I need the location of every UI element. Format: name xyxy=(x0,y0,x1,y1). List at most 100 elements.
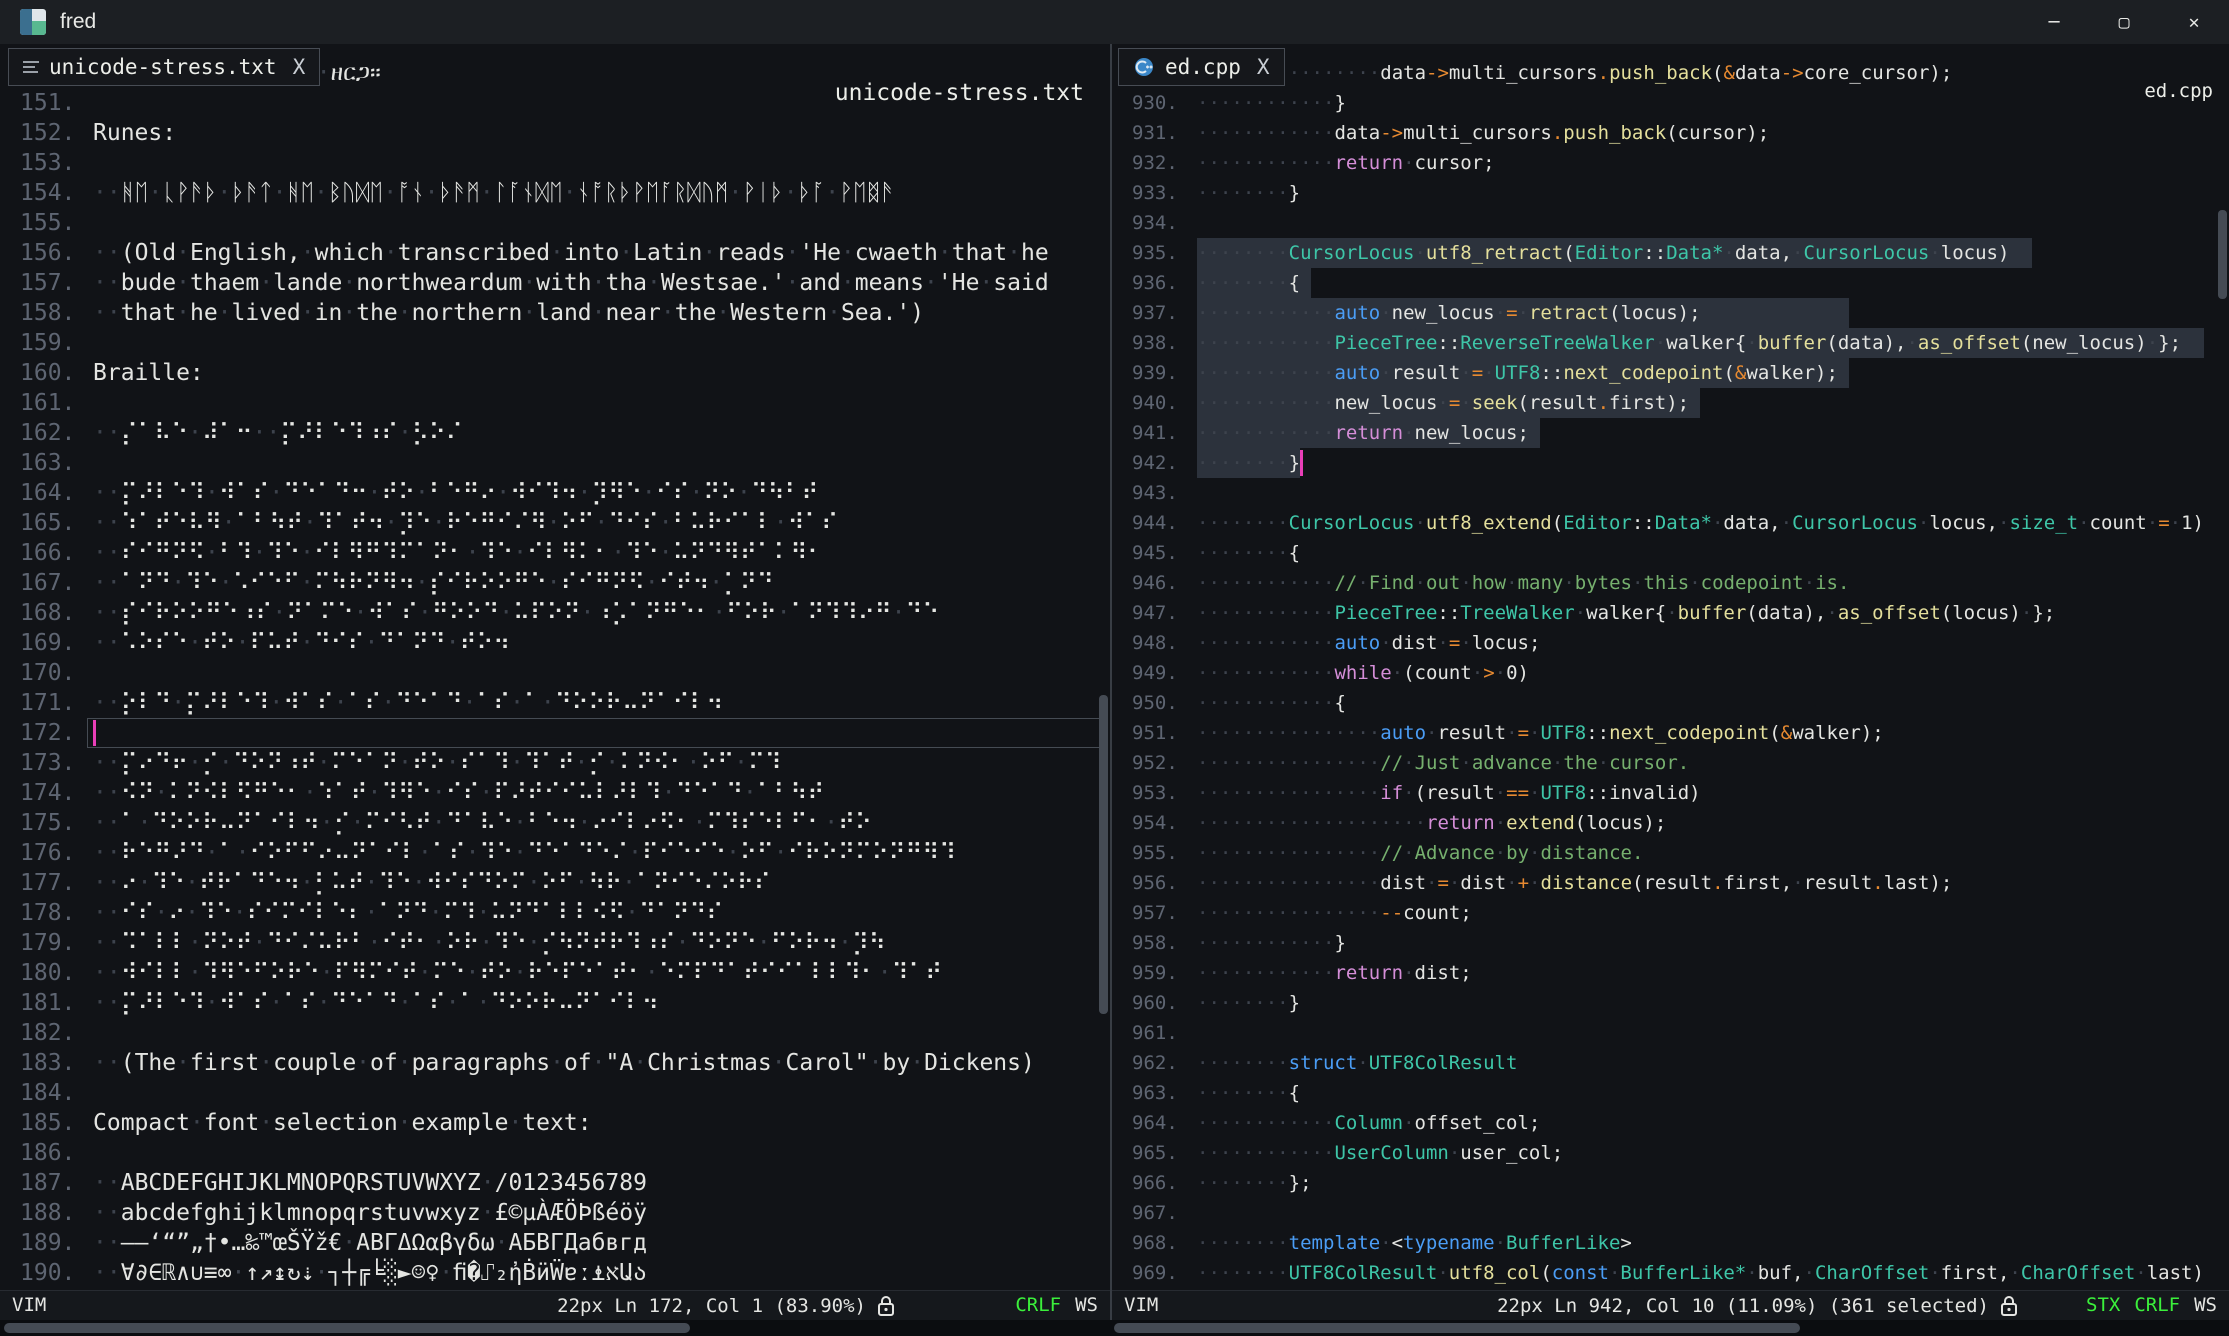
code-line[interactable]: 932.············return·cursor; xyxy=(1112,148,2229,178)
code-line[interactable]: 969.········UTF8ColResult·utf8_col(const… xyxy=(1112,1258,2229,1288)
code-line[interactable]: 953.················if·(result·==·UTF8::… xyxy=(1112,778,2229,808)
code-line[interactable]: 933.········} xyxy=(1112,178,2229,208)
tab-unicode-stress[interactable]: unicode-stress.txt X xyxy=(8,48,320,86)
code-line[interactable]: 174.··⠪⠝·⠅⠝⠪⠇⠫⠛⠑⠂·⠱⠁⠞·⠹⠻⠑·⠊⠎·⠏⠜⠞⠊⠊⠥⠇⠜⠇⠹·… xyxy=(0,778,1110,808)
code-line[interactable]: 962.········struct·UTF8ColResult xyxy=(1112,1048,2229,1078)
code-line[interactable]: 957.················--count; xyxy=(1112,898,2229,928)
code-line[interactable]: 157.··bude·thaem·lande·northweardum·with… xyxy=(0,268,1110,298)
code-line[interactable]: 188.··abcdefghijklmnopqrstuvwxyz·£©µÀÆÖÞ… xyxy=(0,1198,1110,1228)
left-horizontal-scrollbar[interactable] xyxy=(4,1323,690,1333)
code-line[interactable]: 166.··⠎⠊⠛⠝⠫·⠃⠹·⠹⠑·⠊⠇⠻⠛⠹⠍⠁⠝⠂·⠹⠑·⠊⠇⠻⠅⠂·⠹⠑·… xyxy=(0,538,1110,568)
code-line[interactable]: 167.··⠁⠝⠙·⠹⠑·⠡⠊⠑⠋·⠍⠳⠗⠝⠻⠲·⡎⠊⠗⠕⠕⠛⠑·⠎⠊⠛⠝⠫·⠊… xyxy=(0,568,1110,598)
code-line[interactable]: 934. xyxy=(1112,208,2229,238)
code-line[interactable]: 956.················dist·=·dist·+·distan… xyxy=(1112,868,2229,898)
tab-ed-cpp[interactable]: ed.cpp X xyxy=(1118,48,1285,86)
code-line[interactable]: 943. xyxy=(1112,478,2229,508)
code-line[interactable]: 949.············while·(count·>·0) xyxy=(1112,658,2229,688)
code-line[interactable]: 944.········CursorLocus·utf8_extend(Edit… xyxy=(1112,508,2229,538)
lock-icon[interactable] xyxy=(876,1294,896,1318)
status-indicator-crlf[interactable]: CRLF xyxy=(2134,1291,2180,1320)
left-vertical-scrollbar[interactable] xyxy=(1099,695,1108,1014)
code-line[interactable]: 169.··⠡⠕⠎⠑·⠞⠕·⠏⠥⠞·⠙⠊⠎·⠙⠁⠝⠙·⠞⠕⠲ xyxy=(0,628,1110,658)
maximize-button[interactable]: ▢ xyxy=(2089,0,2159,44)
code-line[interactable]: 168.··⡎⠊⠗⠕⠕⠛⠑⠰⠎·⠝⠁⠍⠑·⠺⠁⠎·⠛⠕⠕⠙·⠥⠏⠕⠝·⠰⡡⠁⠝⠛… xyxy=(0,598,1110,628)
code-line[interactable]: 173.··⡍⠔⠙⠖·⡊·⠙⠕⠝⠰⠞·⠍⠑⠁⠝·⠞⠕·⠎⠁⠹·⠹⠁⠞·⡊·⠅⠝⠪… xyxy=(0,748,1110,778)
code-line[interactable]: 178.··⠊⠎·⠔·⠹⠑·⠎⠊⠍⠊⠇⠑⠆·⠁⠝⠙·⠍⠹·⠥⠝⠙⠁⠇⠇⠪⠫·⠙⠁… xyxy=(0,898,1110,928)
status-indicator-ws[interactable]: WS xyxy=(1075,1291,1098,1320)
code-line[interactable]: 152.Runes: xyxy=(0,118,1110,148)
code-line[interactable]: 190.··∀∂∈ℝ∧∪≡∞·↑↗↨↻⇣·┐┼╔╘░►☺♀·ﬁ�⑀₂ἠḂӥẄɐː… xyxy=(0,1258,1110,1288)
status-indicator-stx[interactable]: STX xyxy=(2086,1291,2120,1320)
line-number: 156. xyxy=(20,238,75,268)
code-line[interactable]: 160.Braille: xyxy=(0,358,1110,388)
code-line[interactable]: 154.··ᚻᛖ·ᚳᚹᚫᚦ·ᚦᚫᛏ·ᚻᛖ·ᛒᚢᛞᛖ·ᚩᚾ·ᚦᚫᛗ·ᛚᚪᚾᛞᛖ·ᚾ… xyxy=(0,178,1110,208)
code-line[interactable]: 947.············PieceTree::TreeWalker·wa… xyxy=(1112,598,2229,628)
code-line[interactable]: 936.········{ xyxy=(1112,268,2229,298)
code-line[interactable]: 153. xyxy=(0,148,1110,178)
code-line[interactable]: 172. xyxy=(0,718,1110,748)
code-line[interactable]: 187.··ABCDEFGHIJKLMNOPQRSTUVWXYZ·/012345… xyxy=(0,1168,1110,1198)
code-line[interactable]: 175.··⠁·⠙⠕⠕⠗⠤⠝⠁⠊⠇⠲·⡊·⠍⠊⠣⠞·⠙⠁⠧⠑·⠃⠑⠲·⠔⠊⠇⠔⠫… xyxy=(0,808,1110,838)
right-vertical-scrollbar[interactable] xyxy=(2218,210,2227,299)
code-line[interactable]: 162.··⡌⠁⠧⠑·⠼⠁⠒··⡍⠜⠇⠑⠹⠰⠎·⡣⠕⠌ xyxy=(0,418,1110,448)
minimize-button[interactable]: ─ xyxy=(2019,0,2089,44)
tab-close-icon[interactable]: X xyxy=(293,55,306,79)
code-line[interactable]: 186. xyxy=(0,1138,1110,1168)
tab-close-icon[interactable]: X xyxy=(1257,55,1270,79)
code-line[interactable]: 950.············{ xyxy=(1112,688,2229,718)
code-line[interactable]: 935.········CursorLocus·utf8_retract(Edi… xyxy=(1112,238,2229,268)
code-line[interactable]: 959.············return·dist; xyxy=(1112,958,2229,988)
code-line[interactable]: 951.················auto·result·=·UTF8::… xyxy=(1112,718,2229,748)
code-line[interactable]: 942.········} xyxy=(1112,448,2229,478)
code-line[interactable]: 966.········}; xyxy=(1112,1168,2229,1198)
code-line[interactable]: 960.········} xyxy=(1112,988,2229,1018)
code-line[interactable]: 945.········{ xyxy=(1112,538,2229,568)
code-line[interactable]: 176.··⠗⠑⠛⠜⠙·⠁·⠊⠕⠋⠋⠔⠤⠝⠁⠊⠇·⠁⠎·⠹⠑·⠙⠑⠁⠙⠑⠌·⠏⠊… xyxy=(0,838,1110,868)
code-line[interactable]: 163. xyxy=(0,448,1110,478)
right-editor[interactable]: 929.················data->multi_cursors.… xyxy=(1112,44,2229,1290)
code-line[interactable]: 965.············UserColumn·user_col; xyxy=(1112,1138,2229,1168)
left-editor[interactable]: 150.··እግርህን·በፍራሽህ·ልክ·ዘርጋ።151.152.Runes:1… xyxy=(0,44,1110,1290)
code-line[interactable]: 939.············auto·result·=·UTF8::next… xyxy=(1112,358,2229,388)
code-line[interactable]: 948.············auto·dist·=·locus; xyxy=(1112,628,2229,658)
code-line[interactable]: 183.··(The·first·couple·of·paragraphs·of… xyxy=(0,1048,1110,1078)
code-line[interactable]: 940.············new_locus·=·seek(result.… xyxy=(1112,388,2229,418)
code-line[interactable]: 189.··–—‘“”„†•…‰™œŠŸž€·ΑΒΓΔΩαβγδω·АБВГДа… xyxy=(0,1228,1110,1258)
code-line[interactable]: 164.··⡍⠜⠇⠑⠹·⠺⠁⠎·⠙⠑⠁⠙⠒·⠞⠕·⠃⠑⠛⠔·⠺⠊⠹⠲·⡹⠻⠑·⠊… xyxy=(0,478,1110,508)
code-line[interactable]: 180.··⠺⠊⠇⠇·⠹⠻⠑⠋⠕⠗⠑·⠏⠻⠍⠊⠞·⠍⠑·⠞⠕·⠗⠑⠏⠑⠁⠞⠂·⠑… xyxy=(0,958,1110,988)
code-line[interactable]: 158.··that·he·lived·in·the·northern·land… xyxy=(0,298,1110,328)
code-line[interactable]: 963.········{ xyxy=(1112,1078,2229,1108)
code-line[interactable]: 171.··⡕⠇⠙·⡍⠜⠇⠑⠹·⠺⠁⠎·⠁⠎·⠙⠑⠁⠙·⠁⠎·⠁·⠙⠕⠕⠗⠤⠝⠁… xyxy=(0,688,1110,718)
code-line[interactable]: 161. xyxy=(0,388,1110,418)
code-line[interactable]: 165.··⠱⠁⠞⠑⠧⠻·⠁⠃⠳⠞·⠹⠁⠞⠲·⡹⠑·⠗⠑⠛⠊⠌⠻·⠕⠋·⠙⠊⠎·… xyxy=(0,508,1110,538)
code-line[interactable]: 155. xyxy=(0,208,1110,238)
code-line[interactable]: 937.············auto·new_locus·=·retract… xyxy=(1112,298,2229,328)
code-line[interactable]: 179.··⠩⠁⠇⠇·⠝⠕⠞·⠙⠊⠌⠥⠗⠃·⠊⠞⠂·⠕⠗·⠹⠑·⡊⠳⠝⠞⠗⠹⠰⠎… xyxy=(0,928,1110,958)
right-horizontal-scrollbar[interactable] xyxy=(1114,1323,1800,1333)
status-indicator-crlf[interactable]: CRLF xyxy=(1015,1291,1061,1320)
code-line[interactable]: 946.············//·Find·out·how·many·byt… xyxy=(1112,568,2229,598)
code-line[interactable]: 184. xyxy=(0,1078,1110,1108)
code-line[interactable]: 177.··⠔·⠹⠑·⠞⠗⠁⠙⠑⠲·⡃⠥⠞·⠹⠑·⠺⠊⠎⠙⠕⠍·⠕⠋·⠳⠗·⠁⠝… xyxy=(0,868,1110,898)
code-line[interactable]: 964.············Column·offset_col; xyxy=(1112,1108,2229,1138)
code-line[interactable]: 958.············} xyxy=(1112,928,2229,958)
code-line[interactable]: 967. xyxy=(1112,1198,2229,1228)
code-line[interactable]: 952.················//·Just·advance·the·… xyxy=(1112,748,2229,778)
code-line[interactable]: 931.············data->multi_cursors.push… xyxy=(1112,118,2229,148)
code-line[interactable]: 156.··(Old·English,·which·transcribed·in… xyxy=(0,238,1110,268)
code-line[interactable]: 170. xyxy=(0,658,1110,688)
code-line[interactable]: 955.················//·Advance·by·distan… xyxy=(1112,838,2229,868)
code-line[interactable]: 941.············return·new_locus; xyxy=(1112,418,2229,448)
lock-icon[interactable] xyxy=(1999,1294,2019,1318)
code-line[interactable]: 181.··⡍⠜⠇⠑⠹·⠺⠁⠎·⠁⠎·⠙⠑⠁⠙·⠁⠎·⠁·⠙⠕⠕⠗⠤⠝⠁⠊⠇⠲ xyxy=(0,988,1110,1018)
code-line[interactable]: 961. xyxy=(1112,1018,2229,1048)
code-line[interactable]: 930.············} xyxy=(1112,88,2229,118)
code-line[interactable]: 185.Compact·font·selection·example·text: xyxy=(0,1108,1110,1138)
status-indicator-ws[interactable]: WS xyxy=(2194,1291,2217,1320)
code-line[interactable]: 938.············PieceTree::ReverseTreeWa… xyxy=(1112,328,2229,358)
code-line[interactable]: 968.········template·<typename·BufferLik… xyxy=(1112,1228,2229,1258)
code-line[interactable]: 159. xyxy=(0,328,1110,358)
code-line[interactable]: 954.····················return·extend(lo… xyxy=(1112,808,2229,838)
code-line[interactable]: 182. xyxy=(0,1018,1110,1048)
close-button[interactable]: ✕ xyxy=(2159,0,2229,44)
